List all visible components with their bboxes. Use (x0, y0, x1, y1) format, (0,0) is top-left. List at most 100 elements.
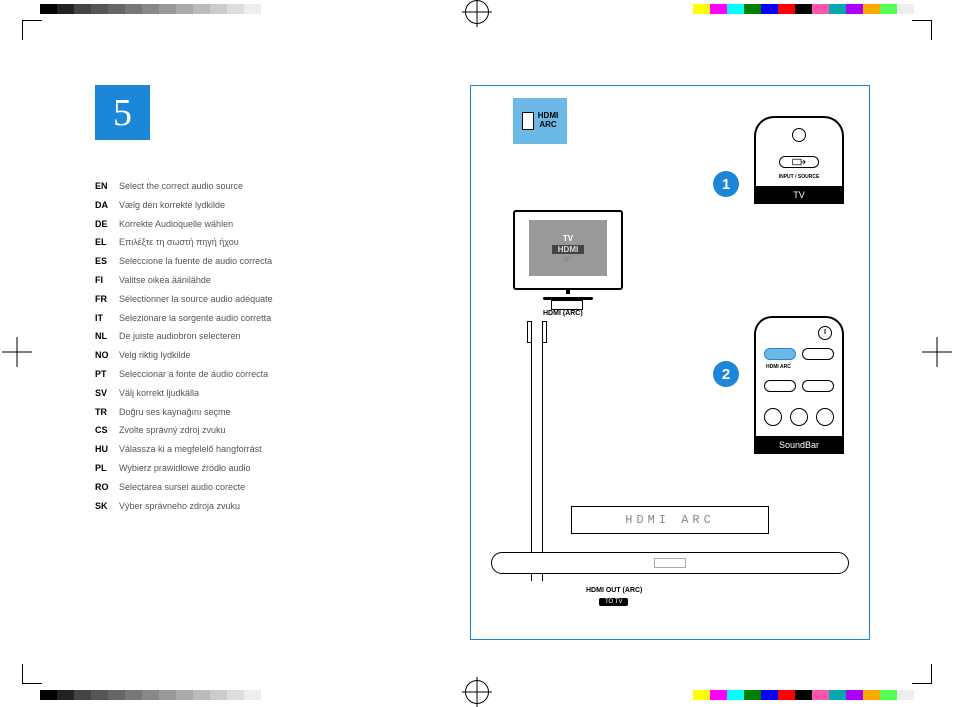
language-text: Vælg den korrekte lydkilde (119, 200, 405, 211)
language-text: Sélectionner la source audio adéquate (119, 294, 405, 305)
color-swatch (744, 4, 761, 14)
soundbar-display-text: HDMI ARC (625, 513, 715, 527)
color-swatch (91, 4, 108, 14)
language-row: ENSelect the correct audio source (95, 181, 405, 192)
color-swatch (863, 4, 880, 14)
step-number: 5 (113, 91, 132, 135)
language-code: ES (95, 256, 119, 266)
color-swatch (710, 690, 727, 700)
input-source-button-icon (779, 156, 819, 168)
remote-hdmi-arc-label: HDMI ARC (766, 364, 791, 370)
language-text: Seleccione la fuente de audio correcta (119, 256, 405, 267)
color-swatch (795, 690, 812, 700)
color-swatch (176, 4, 193, 14)
registration-bar-color-bottom (693, 690, 914, 700)
language-row: ITSelezionare la sorgente audio corretta (95, 313, 405, 324)
language-text: Selezionare la sorgente audio corretta (119, 313, 405, 324)
input-source-label: INPUT / SOURCE (756, 174, 842, 180)
language-code: IT (95, 313, 119, 323)
language-code: PL (95, 463, 119, 473)
color-swatch (74, 4, 91, 14)
remote-round-button-icon (816, 408, 834, 426)
language-code: TR (95, 407, 119, 417)
registration-cross-left (2, 337, 32, 367)
language-code: HU (95, 444, 119, 454)
language-row: TRDoğru ses kaynağını seçme (95, 407, 405, 418)
color-swatch (91, 690, 108, 700)
color-swatch (829, 690, 846, 700)
color-swatch (210, 690, 227, 700)
color-swatch (57, 4, 74, 14)
language-text: Wybierz prawidłowe źródło audio (119, 463, 405, 474)
remote-sensor-icon (792, 128, 806, 142)
color-swatch (108, 4, 125, 14)
language-text: Válassza ki a megfelelő hangforrást (119, 444, 405, 455)
color-swatch (744, 690, 761, 700)
tv-osd-tv: TV (563, 234, 573, 243)
tv-remote-illustration: INPUT / SOURCE TV (754, 116, 844, 204)
registration-circle-bottom (465, 680, 489, 704)
color-swatch (693, 4, 710, 14)
tv-osd-hdmi: HDMI (552, 245, 584, 254)
language-row: NLDe juiste audiobron selecteren (95, 331, 405, 342)
language-code: DA (95, 200, 119, 210)
color-swatch (846, 690, 863, 700)
color-swatch (778, 4, 795, 14)
remote-hdmi-arc-button-icon (764, 348, 796, 360)
color-swatch (142, 4, 159, 14)
soundbar-remote-caption: SoundBar (754, 436, 844, 454)
language-row: PLWybierz prawidłowe źródło audio (95, 463, 405, 474)
language-text: Selectarea sursei audio corecte (119, 482, 405, 493)
color-swatch (74, 690, 91, 700)
language-text: Zvolte správný zdroj zvuku (119, 425, 405, 436)
registration-bar-gray-bottom (40, 690, 261, 700)
color-swatch (193, 690, 210, 700)
color-swatch (125, 690, 142, 700)
language-row: FIValitse oikea äänilähde (95, 275, 405, 286)
color-swatch (125, 4, 142, 14)
language-text: Korrekte Audioquelle wählen (119, 219, 405, 230)
hdmi-cable-icon (531, 321, 543, 581)
tv-hdmi-port-label: HDMI (ARC) (543, 310, 583, 317)
soundbar-display: HDMI ARC (571, 506, 769, 534)
language-row: DEKorrekte Audioquelle wählen (95, 219, 405, 230)
color-swatch (244, 4, 261, 14)
language-code: SK (95, 501, 119, 511)
color-swatch (727, 690, 744, 700)
color-swatch (829, 4, 846, 14)
language-text: De juiste audiobron selecteren (119, 331, 405, 342)
color-swatch (863, 690, 880, 700)
language-row: NOVelg riktig lydkilde (95, 350, 405, 361)
color-swatch (227, 4, 244, 14)
color-swatch (159, 690, 176, 700)
language-text: Valitse oikea äänilähde (119, 275, 405, 286)
color-swatch (897, 4, 914, 14)
language-text: Επιλέξτε τη σωστή πηγή ήχου (119, 237, 405, 248)
color-swatch (244, 690, 261, 700)
language-text: Doğru ses kaynağını seçme (119, 407, 405, 418)
language-row: DAVælg den korrekte lydkilde (95, 200, 405, 211)
color-swatch (897, 690, 914, 700)
language-text: Select the correct audio source (119, 181, 405, 192)
tv-osd-av: AV (563, 256, 572, 263)
hdmi-badge-text: HDMIARC (538, 112, 558, 130)
color-swatch (693, 690, 710, 700)
remote-button-icon (802, 380, 834, 392)
tv-stand-icon (543, 290, 593, 300)
registration-bar-color (693, 4, 914, 14)
soundbar-illustration (491, 552, 849, 574)
language-row: ROSelectarea sursei audio corecte (95, 482, 405, 493)
language-row: ELΕπιλέξτε τη σωστή πηγή ήχου (95, 237, 405, 248)
tv-hdmi-port-icon (551, 300, 583, 310)
color-swatch (727, 4, 744, 14)
tv-screen-illustration: TV HDMI AV (513, 210, 623, 290)
language-row: SKVýber správneho zdroja zvuku (95, 501, 405, 512)
language-code: NL (95, 331, 119, 341)
hdmi-arc-badge: HDMIARC (513, 98, 567, 144)
registration-circle-top (465, 0, 489, 24)
step-1-marker: 1 (713, 171, 739, 197)
color-swatch (812, 690, 829, 700)
color-swatch (210, 4, 227, 14)
color-swatch (176, 690, 193, 700)
color-swatch (880, 4, 897, 14)
